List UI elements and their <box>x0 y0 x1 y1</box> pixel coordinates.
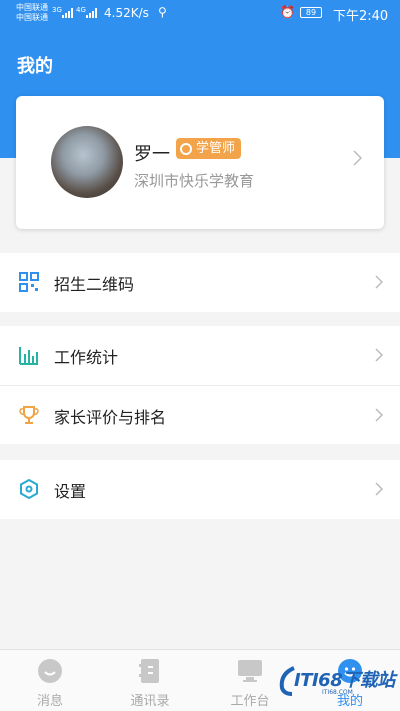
menu-label-settings: 设置 <box>54 482 87 501</box>
carrier-1: 中国联通 <box>16 3 48 12</box>
page-title: 我的 <box>17 56 53 77</box>
contacts-icon <box>139 659 159 683</box>
trophy-icon <box>19 406 39 424</box>
carrier-labels: 中国联通 中国联通 <box>16 3 48 23</box>
menu-item-settings[interactable]: 设置 <box>0 460 400 519</box>
bar-chart-icon <box>19 347 38 365</box>
tab-messages[interactable]: 消息 <box>10 650 90 711</box>
status-bar: 中国联通 中国联通 3G 4G 4.52K/s ⚲ ⏰ 89 下午2:40 <box>0 0 400 28</box>
avatar <box>51 126 123 198</box>
menu-label-parent-rating: 家长评价与排名 <box>54 408 167 427</box>
profile-name: 罗一 <box>134 144 170 165</box>
badge-icon <box>180 142 192 155</box>
carrier-2: 中国联通 <box>16 13 48 22</box>
chevron-right-icon <box>375 482 383 496</box>
role-badge: 学管师 <box>176 138 242 159</box>
chevron-right-icon <box>375 275 383 289</box>
menu-item-work-stats[interactable]: 工作统计 <box>0 326 400 385</box>
menu-group-work: 工作统计 家长评价与排名 <box>0 326 400 444</box>
menu-label-qr-code: 招生二维码 <box>54 275 135 294</box>
battery-icon: 89 <box>300 7 322 18</box>
settings-icon <box>20 479 38 499</box>
workbench-icon <box>238 660 262 682</box>
tab-label-contacts: 通讯录 <box>130 694 170 709</box>
menu-label-work-stats: 工作统计 <box>54 348 119 367</box>
tab-label-messages: 消息 <box>36 694 63 709</box>
profile-card[interactable]: 罗一 学管师 深圳市快乐学教育 <box>16 96 384 229</box>
network-speed: 4.52K/s <box>104 6 149 20</box>
qr-code-icon <box>19 272 39 292</box>
chevron-right-icon <box>375 408 383 422</box>
tab-contacts[interactable]: 通讯录 <box>110 650 190 711</box>
watermark: ITI68下载站 ITI68.COM <box>278 664 398 704</box>
network-type-2: 4G <box>76 6 86 14</box>
menu-item-qr-code[interactable]: 招生二维码 <box>0 253 400 312</box>
role-label: 学管师 <box>196 141 236 156</box>
usb-icon: ⚲ <box>158 5 167 19</box>
chevron-right-icon <box>353 150 362 166</box>
chevron-right-icon <box>375 348 383 362</box>
menu-item-parent-rating[interactable]: 家长评价与排名 <box>0 385 400 444</box>
alarm-icon: ⏰ <box>280 5 295 19</box>
profile-organization: 深圳市快乐学教育 <box>134 172 255 190</box>
watermark-subtext: ITI68.COM <box>322 689 353 696</box>
message-icon <box>38 659 62 683</box>
network-type-1: 3G <box>52 6 62 14</box>
menu-group-qr: 招生二维码 <box>0 253 400 312</box>
signal-icon-2 <box>86 8 97 18</box>
signal-icon <box>62 8 73 18</box>
menu-group-settings: 设置 <box>0 460 400 519</box>
clock: 下午2:40 <box>333 9 389 24</box>
